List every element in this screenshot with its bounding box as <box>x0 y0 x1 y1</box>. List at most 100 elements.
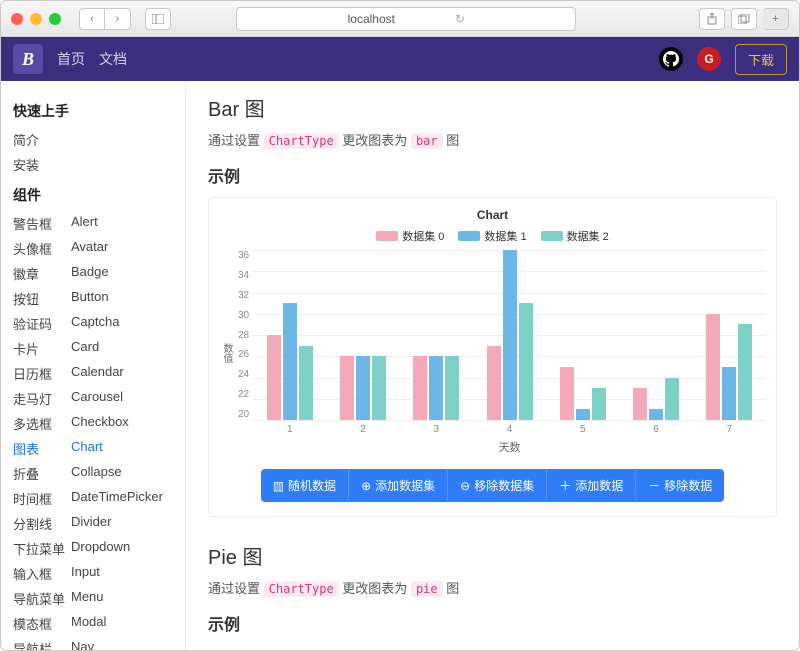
bar-group <box>693 314 766 420</box>
sidebar-item[interactable]: 安装 <box>13 152 185 177</box>
bar[interactable] <box>340 356 354 420</box>
bar[interactable] <box>445 356 459 420</box>
traffic-lights <box>11 13 61 25</box>
nav-back-forward: ‹ › <box>79 8 131 30</box>
sidebar: 快速上手简介安装组件警告框Alert头像框Avatar徽章Badge按钮Butt… <box>1 81 186 650</box>
maximize-window-icon[interactable] <box>49 13 61 25</box>
sidebar-group-title: 快速上手 <box>13 101 185 121</box>
bar[interactable] <box>299 346 313 420</box>
minus-icon: － <box>648 477 660 494</box>
bar[interactable] <box>519 303 533 420</box>
bar[interactable] <box>738 324 752 420</box>
chart-title: Chart <box>219 208 766 222</box>
remove-dataset-button[interactable]: ⊖移除数据集 <box>447 469 546 502</box>
example-heading: 示例 <box>208 163 777 187</box>
sidebar-item[interactable]: 时间框DateTimePicker <box>13 486 185 511</box>
bar[interactable] <box>722 367 736 420</box>
bar[interactable] <box>503 250 517 420</box>
sidebar-item[interactable]: 输入框Input <box>13 561 185 586</box>
legend-item[interactable]: 数据集 1 <box>458 228 526 244</box>
bar[interactable] <box>413 356 427 420</box>
legend-swatch <box>458 231 480 241</box>
bar[interactable] <box>372 356 386 420</box>
github-icon[interactable] <box>659 47 683 71</box>
sidebar-item[interactable]: 导航栏Nav <box>13 636 185 650</box>
sidebar-item[interactable]: 多选框Checkbox <box>13 411 185 436</box>
y-axis-label: 数值 <box>219 343 234 363</box>
bar-chart: Chart 数据集 0数据集 1数据集 2 数值 363432302826242… <box>208 197 777 517</box>
bar[interactable] <box>487 346 501 420</box>
sidebar-item[interactable]: 分割线Divider <box>13 511 185 536</box>
nav-home[interactable]: 首页 <box>57 49 85 69</box>
tabs-button[interactable] <box>731 8 757 30</box>
share-icon <box>707 13 717 25</box>
plus-icon: ＋ <box>559 477 571 494</box>
chart-legend: 数据集 0 数据集 1 数据集 2 <box>219 228 766 244</box>
sidebar-item[interactable]: 下拉菜单Dropdown <box>13 536 185 561</box>
browser-window: ‹ › localhost ↻ + B 首页 文档 G 下载 <box>0 0 800 651</box>
bar-chart-section: Bar 图 通过设置 ChartType 更改图表为 bar 图 示例 Char… <box>208 93 777 517</box>
sidebar-item[interactable]: 简介 <box>13 127 185 152</box>
new-tab-button[interactable]: + <box>763 8 789 30</box>
bar[interactable] <box>633 388 647 420</box>
bar[interactable] <box>283 303 297 420</box>
sidebar-item[interactable]: 警告框Alert <box>13 211 185 236</box>
sidebar-item[interactable]: 徽章Badge <box>13 261 185 286</box>
pie-section-desc: 通过设置 ChartType 更改图表为 pie 图 <box>208 578 777 597</box>
bar[interactable] <box>592 388 606 420</box>
remove-data-button[interactable]: －移除数据 <box>635 469 724 502</box>
pie-section-title: Pie 图 <box>208 541 777 570</box>
close-window-icon[interactable] <box>11 13 23 25</box>
minimize-window-icon[interactable] <box>30 13 42 25</box>
tabs-icon <box>738 14 750 24</box>
legend-swatch <box>376 231 398 241</box>
sidebar-toggle-button[interactable] <box>145 8 171 30</box>
sidebar-item[interactable]: 走马灯Carousel <box>13 386 185 411</box>
bar[interactable] <box>429 356 443 420</box>
code-charttype: ChartType <box>264 133 339 149</box>
bar-group <box>546 367 619 420</box>
bar[interactable] <box>706 314 720 420</box>
main-content: Bar 图 通过设置 ChartType 更改图表为 bar 图 示例 Char… <box>186 81 799 650</box>
sidebar-item[interactable]: 模态框Modal <box>13 611 185 636</box>
bars-icon: ▥ <box>273 479 284 493</box>
random-data-button[interactable]: ▥随机数据 <box>261 469 348 502</box>
add-data-button[interactable]: ＋添加数据 <box>546 469 635 502</box>
sidebar-item[interactable]: 图表Chart <box>13 436 185 461</box>
sidebar-item[interactable]: 按钮Button <box>13 286 185 311</box>
url-bar[interactable]: localhost ↻ <box>236 7 576 31</box>
share-button[interactable] <box>699 8 725 30</box>
sidebar-item[interactable]: 卡片Card <box>13 336 185 361</box>
sidebar-item[interactable]: 头像框Avatar <box>13 236 185 261</box>
legend-item[interactable]: 数据集 0 <box>376 228 444 244</box>
sidebar-item[interactable]: 折叠Collapse <box>13 461 185 486</box>
code-bar: bar <box>411 133 443 149</box>
pie-chart-section: Pie 图 通过设置 ChartType 更改图表为 pie 图 示例 <box>208 541 777 635</box>
download-button[interactable]: 下载 <box>735 44 787 75</box>
sidebar-group-title: 组件 <box>13 185 185 205</box>
url-text: localhost <box>348 12 395 26</box>
bar[interactable] <box>356 356 370 420</box>
bar[interactable] <box>267 335 281 420</box>
logo-icon[interactable]: B <box>13 44 43 74</box>
bar[interactable] <box>560 367 574 420</box>
gitee-icon[interactable]: G <box>697 47 721 71</box>
bar[interactable] <box>576 409 590 420</box>
panel-icon <box>152 14 164 24</box>
chart-bars <box>253 250 766 420</box>
minus-circle-icon: ⊖ <box>460 479 470 493</box>
app-navbar: B 首页 文档 G 下载 <box>1 37 799 81</box>
chart-toolbar: ▥随机数据 ⊕添加数据集 ⊖移除数据集 ＋添加数据 －移除数据 <box>219 469 766 502</box>
back-button[interactable]: ‹ <box>79 8 105 30</box>
bar[interactable] <box>649 409 663 420</box>
nav-docs[interactable]: 文档 <box>99 49 127 69</box>
legend-item[interactable]: 数据集 2 <box>541 228 609 244</box>
add-dataset-button[interactable]: ⊕添加数据集 <box>348 469 447 502</box>
forward-button[interactable]: › <box>105 8 131 30</box>
sidebar-item[interactable]: 验证码Captcha <box>13 311 185 336</box>
bar[interactable] <box>665 378 679 421</box>
sidebar-item[interactable]: 导航菜单Menu <box>13 586 185 611</box>
sidebar-item[interactable]: 日历框Calendar <box>13 361 185 386</box>
reload-icon[interactable]: ↻ <box>455 12 465 26</box>
code-pie: pie <box>411 581 443 597</box>
